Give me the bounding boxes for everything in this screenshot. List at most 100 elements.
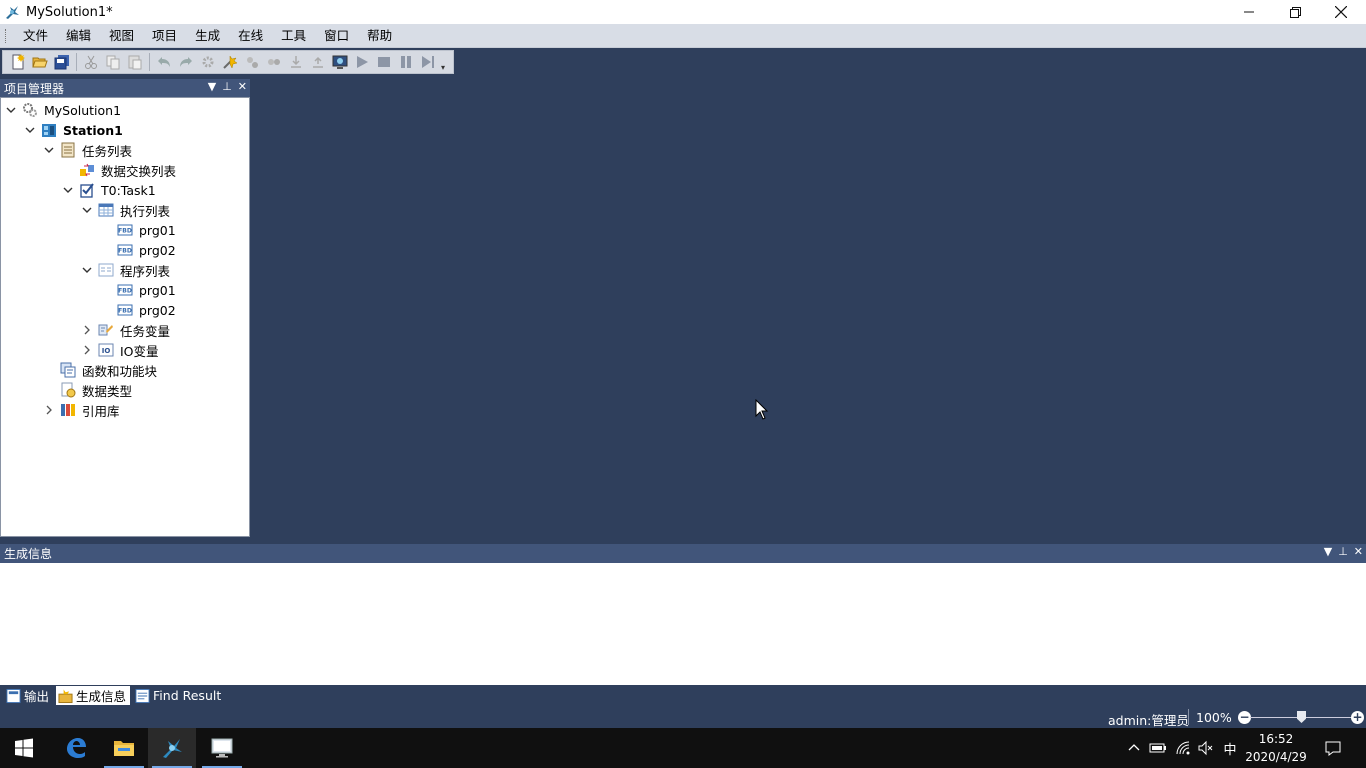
menu-help[interactable]: 帮助 — [358, 25, 401, 47]
edge-browser-icon — [67, 738, 86, 758]
tree-item[interactable]: 任务变量 — [81, 320, 170, 340]
chevron-down-icon[interactable] — [81, 264, 93, 276]
clean-button[interactable] — [264, 52, 284, 72]
tree-item[interactable]: 数据类型 — [43, 380, 132, 400]
tree-item[interactable]: 数据交换列表 — [62, 160, 176, 180]
step-icon — [422, 56, 434, 68]
tray-battery[interactable] — [1147, 728, 1169, 768]
tree-item[interactable]: FBD prg02 — [100, 300, 176, 320]
new-button[interactable] — [8, 52, 28, 72]
close-icon — [1335, 6, 1347, 18]
chevron-down-icon[interactable] — [24, 124, 36, 136]
tree-item[interactable]: T0:Task1 — [62, 180, 156, 200]
tray-network[interactable] — [1172, 728, 1194, 768]
tab-build-info[interactable]: 生成信息 — [56, 686, 131, 705]
pause-button[interactable] — [396, 52, 416, 72]
menu-view[interactable]: 视图 — [100, 25, 143, 47]
chevron-right-icon[interactable] — [81, 344, 93, 356]
stop-button[interactable] — [374, 52, 394, 72]
tree-item-label: T0:Task1 — [101, 182, 156, 198]
menu-edit[interactable]: 编辑 — [57, 25, 100, 47]
copy-button[interactable] — [103, 52, 123, 72]
cut-button[interactable] — [81, 52, 101, 72]
online-monitor-button[interactable] — [330, 52, 350, 72]
taskbar-edge[interactable] — [52, 728, 100, 768]
taskbar-file-explorer[interactable] — [100, 728, 148, 768]
menu-window[interactable]: 窗口 — [315, 25, 358, 47]
pin-icon[interactable]: ⊥ — [1338, 545, 1348, 558]
panel-dropdown-icon[interactable]: ▼ — [208, 80, 216, 93]
upload-button[interactable] — [308, 52, 328, 72]
tree-item-label: 任务变量 — [120, 323, 171, 339]
tree-item[interactable]: FBD prg01 — [100, 280, 176, 300]
tree-item[interactable]: 程序列表 — [81, 260, 170, 280]
minimize-button[interactable] — [1226, 0, 1272, 24]
tree-item-label: Station1 — [63, 122, 123, 138]
undo-button[interactable] — [154, 52, 174, 72]
chevron-down-icon[interactable] — [62, 184, 74, 196]
status-user: admin:管理员 — [1108, 713, 1189, 728]
play-icon — [357, 56, 368, 68]
build-button[interactable] — [220, 52, 240, 72]
menu-tools[interactable]: 工具 — [272, 25, 315, 47]
toolbar-overflow-button[interactable]: ▾ — [439, 52, 447, 72]
menu-online[interactable]: 在线 — [229, 25, 272, 47]
panel-close-icon[interactable]: ✕ — [238, 80, 247, 93]
chevron-down-icon[interactable] — [5, 104, 17, 116]
build-info-content — [0, 563, 1366, 685]
exec-list-icon — [98, 202, 114, 218]
tray-volume[interactable] — [1195, 728, 1217, 768]
tray-show-hidden-button[interactable] — [1124, 728, 1144, 768]
paste-button[interactable] — [125, 52, 145, 72]
zoom-in-button[interactable]: + — [1351, 711, 1364, 724]
run-button[interactable] — [352, 52, 372, 72]
app-logo-icon — [6, 6, 19, 19]
pin-icon[interactable]: ⊥ — [222, 80, 232, 93]
panel-close-icon[interactable]: ✕ — [1354, 545, 1363, 558]
data-type-icon — [60, 382, 76, 398]
chevron-down-icon[interactable] — [81, 204, 93, 216]
tab-output[interactable]: 输出 — [4, 686, 53, 705]
action-center-button[interactable] — [1316, 728, 1350, 768]
taskbar-remote-desktop[interactable] — [198, 728, 246, 768]
menu-build[interactable]: 生成 — [186, 25, 229, 47]
menu-project[interactable]: 项目 — [143, 25, 186, 47]
panel-dropdown-icon[interactable]: ▼ — [1324, 545, 1332, 558]
tree-item[interactable]: 引用库 — [43, 400, 120, 420]
windows-taskbar: 中 16:52 2020/4/29 — [0, 728, 1366, 768]
tree-item[interactable]: MySolution1 — [5, 100, 121, 120]
tray-input-method[interactable]: 中 — [1219, 728, 1241, 768]
io-variable-icon: IO — [98, 342, 114, 358]
chevron-down-icon[interactable] — [43, 144, 55, 156]
monitor-icon — [332, 55, 348, 69]
step-button[interactable] — [418, 52, 438, 72]
taskbar-clock[interactable]: 16:52 2020/4/29 — [1240, 730, 1312, 766]
tree-item[interactable]: 执行列表 — [81, 200, 170, 220]
tree-item[interactable]: FBD prg02 — [100, 240, 176, 260]
redo-button[interactable] — [176, 52, 196, 72]
tree-item[interactable]: FBD prg01 — [100, 220, 176, 240]
menu-file[interactable]: 文件 — [14, 25, 57, 47]
chevron-right-icon[interactable] — [81, 324, 93, 336]
close-button[interactable] — [1318, 0, 1364, 24]
program-list-icon — [98, 262, 114, 278]
open-button[interactable] — [30, 52, 50, 72]
compile-button[interactable] — [198, 52, 218, 72]
tree-item-label: 执行列表 — [120, 203, 171, 219]
save-all-button[interactable] — [52, 52, 72, 72]
clock-date: 2020/4/29 — [1245, 750, 1307, 764]
taskbar-plc-app[interactable] — [148, 728, 196, 768]
tree-item[interactable]: 函数和功能块 — [43, 360, 157, 380]
rebuild-button[interactable] — [242, 52, 262, 72]
tree-item[interactable]: IO IO变量 — [81, 340, 159, 360]
zoom-slider-thumb[interactable] — [1297, 711, 1306, 723]
tab-find-result[interactable]: Find Result — [133, 686, 225, 705]
tree-item[interactable]: Station1 — [24, 120, 123, 140]
chevron-right-icon[interactable] — [43, 404, 55, 416]
editor-area[interactable] — [250, 76, 1366, 541]
restore-button[interactable] — [1272, 0, 1318, 24]
start-button[interactable] — [0, 728, 48, 768]
tree-item[interactable]: 任务列表 — [43, 140, 132, 160]
download-button[interactable] — [286, 52, 306, 72]
